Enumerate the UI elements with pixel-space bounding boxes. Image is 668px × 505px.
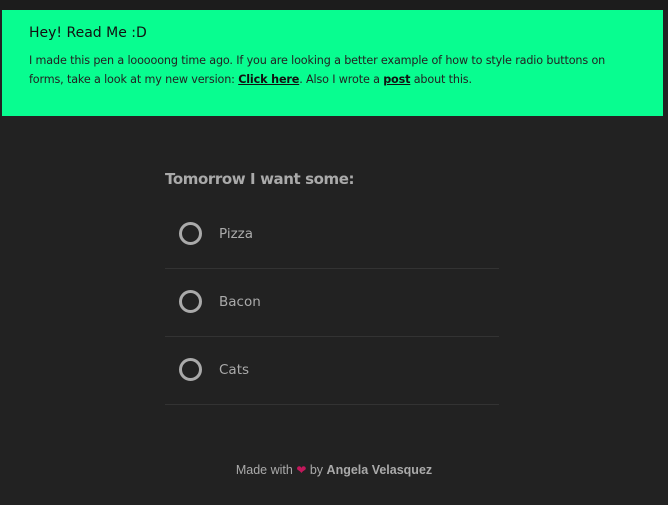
radio-option-pizza[interactable]: Pizza: [165, 201, 499, 269]
heart-icon: ❤: [296, 463, 307, 477]
notice-text-middle: . Also I wrote a: [299, 73, 384, 86]
post-link[interactable]: post: [383, 73, 410, 86]
footer-by: by: [309, 463, 324, 477]
form-heading: Tomorrow I want some:: [165, 170, 355, 188]
notice-title: Hey! Read Me :D: [29, 25, 147, 41]
radio-option-cats[interactable]: Cats: [165, 337, 499, 405]
option-label-cats[interactable]: Cats: [219, 361, 249, 379]
footer: Made with ❤ by Angela Velasquez: [0, 461, 668, 479]
notice-text-end: about this.: [410, 73, 472, 86]
author-link[interactable]: Angela Velasquez: [327, 463, 433, 477]
option-label-pizza[interactable]: Pizza: [219, 225, 253, 243]
top-strip: [0, 0, 668, 10]
option-label-bacon[interactable]: Bacon: [219, 293, 261, 311]
radio-circle-icon[interactable]: [179, 358, 202, 381]
notice-text: I made this pen a looooong time ago. If …: [29, 51, 634, 89]
radio-form: Tomorrow I want some: Pizza Bacon Cats: [165, 168, 499, 405]
footer-made-with: Made with: [235, 463, 293, 477]
readme-notice: Hey! Read Me :D I made this pen a looooo…: [2, 10, 663, 116]
radio-circle-icon[interactable]: [179, 222, 202, 245]
click-here-link[interactable]: Click here: [238, 73, 299, 86]
radio-option-bacon[interactable]: Bacon: [165, 269, 499, 337]
radio-circle-icon[interactable]: [179, 290, 202, 313]
